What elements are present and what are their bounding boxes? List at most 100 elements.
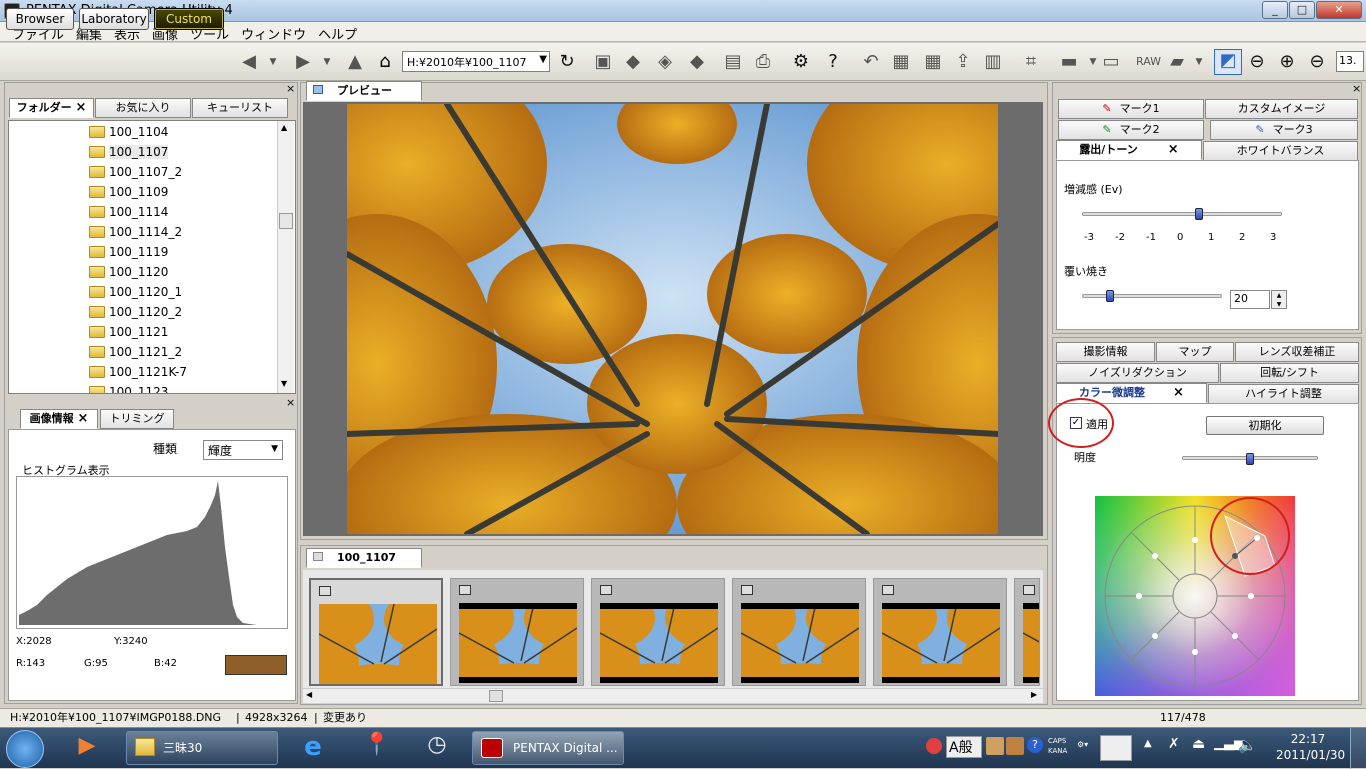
folder-tree-item[interactable]: 100_1120_2 xyxy=(87,302,182,322)
path-combobox[interactable]: H:¥2010年¥100_1107 ▼ xyxy=(402,51,550,72)
thumbnail[interactable] xyxy=(591,578,725,686)
folder-tree-item[interactable]: 100_1119 xyxy=(87,242,168,262)
folder-tree-item[interactable]: 100_1120 xyxy=(87,262,168,282)
close-icon[interactable]: × xyxy=(286,82,295,95)
clock-icon[interactable]: ◷ xyxy=(420,732,454,764)
tab-queue[interactable]: キューリスト xyxy=(192,98,288,118)
preview-image[interactable] xyxy=(347,104,998,534)
back-dropdown-icon[interactable]: ▼ xyxy=(262,51,284,73)
tab-folder[interactable]: フォルダー × xyxy=(9,98,94,118)
tab-exposure[interactable]: 露出/トーン × xyxy=(1056,140,1202,160)
folder-tree-item[interactable]: 100_1121K-7 xyxy=(87,362,187,382)
tab-lens-correction[interactable]: レンズ収差補正 xyxy=(1235,342,1359,362)
ime-options-icon[interactable]: ⚙▾ xyxy=(1077,740,1088,749)
laboratory-mode-button[interactable]: Laboratory xyxy=(79,8,149,30)
thumbnail[interactable] xyxy=(873,578,1007,686)
undo-icon[interactable]: ↶ xyxy=(860,51,882,73)
gear-icon[interactable]: ⚙ xyxy=(790,51,812,73)
reset-button[interactable]: 初期化 xyxy=(1206,416,1324,435)
custom-mode-button[interactable]: Custom xyxy=(154,8,224,30)
close-icon[interactable]: × xyxy=(1168,142,1179,157)
print-icon[interactable]: ⎙ xyxy=(752,51,774,73)
histogram-toggle-icon[interactable]: ◩ xyxy=(1214,49,1242,75)
ime-mode[interactable]: A般 xyxy=(946,736,982,758)
menu-help[interactable]: ヘルプ xyxy=(312,22,363,43)
ime-help-icon[interactable]: ? xyxy=(1027,737,1043,753)
thumbnail-scrollbar[interactable]: ◀ ▶ xyxy=(303,688,1043,703)
scroll-up-icon[interactable]: ▲ xyxy=(281,123,287,132)
tab-favorites[interactable]: お気に入り xyxy=(95,98,191,118)
spin-down-icon[interactable]: ▼ xyxy=(1277,301,1282,308)
scroll-thumb[interactable] xyxy=(489,690,503,702)
window-icon[interactable]: ▭ xyxy=(1100,51,1122,73)
crop-icon[interactable]: ⌗ xyxy=(1020,51,1042,73)
pushpin-icon[interactable]: 📍 xyxy=(360,732,394,764)
dictionary-icon[interactable] xyxy=(986,737,1004,755)
tab-trimming[interactable]: トリミング xyxy=(100,409,174,429)
folder-tree-item[interactable]: 100_1109 xyxy=(87,182,168,202)
volume-icon[interactable]: 🔈 xyxy=(1238,736,1257,754)
tab-image-info[interactable]: 画像情報 × xyxy=(20,409,98,429)
folder-tree-item[interactable]: 100_1107_2 xyxy=(87,162,182,182)
close-icon[interactable]: × xyxy=(75,100,86,115)
tab-thumbnails[interactable]: 100_1107 × xyxy=(306,548,422,583)
tab-custom-image[interactable]: カスタムイメージ xyxy=(1205,99,1358,119)
thumbnail[interactable] xyxy=(732,578,866,686)
back-arrow-icon[interactable]: ◀ xyxy=(238,51,260,73)
folder-tree-item[interactable]: 100_1123 xyxy=(87,382,168,393)
paste-icon[interactable]: ▦ xyxy=(890,51,912,73)
menu-window[interactable]: ウィンドウ xyxy=(235,22,312,43)
tab-highlight[interactable]: ハイライト調整 xyxy=(1208,384,1359,404)
scroll-down-icon[interactable]: ▼ xyxy=(281,379,287,388)
export-icon[interactable]: ⇪ xyxy=(952,51,974,73)
zoom-out-icon[interactable]: ⊖ xyxy=(1246,51,1268,73)
close-icon[interactable]: × xyxy=(1173,385,1184,400)
burn-spinner[interactable]: ▲ ▼ xyxy=(1271,290,1287,309)
forward-dropdown-icon[interactable]: ▼ xyxy=(316,51,338,73)
display-icon[interactable]: ▣ xyxy=(592,51,614,73)
ev-slider-thumb[interactable] xyxy=(1194,208,1203,220)
duplicate-icon[interactable]: ▦ xyxy=(922,51,944,73)
tab-map[interactable]: マップ xyxy=(1156,342,1234,362)
burn-slider-thumb[interactable] xyxy=(1106,290,1114,302)
tab-white-balance[interactable]: ホワイトバランス xyxy=(1203,141,1358,161)
refresh-icon[interactable]: ↻ xyxy=(556,51,578,73)
folder-tree-item[interactable]: 100_1107 xyxy=(87,142,169,162)
close-icon[interactable]: × xyxy=(1352,82,1361,95)
brightness-slider-thumb[interactable] xyxy=(1246,453,1254,465)
close-icon[interactable]: × xyxy=(286,396,295,409)
zoom-level-field[interactable]: 13. xyxy=(1336,51,1364,72)
tab-shooting-info[interactable]: 撮影情報 xyxy=(1056,342,1155,362)
home-icon[interactable]: ⌂ xyxy=(374,51,396,73)
browser-mode-button[interactable]: Browser xyxy=(6,8,74,30)
internet-explorer-icon[interactable]: e xyxy=(296,732,330,764)
tab-mark2[interactable]: ✎ マーク2 xyxy=(1058,120,1204,140)
thumbnail[interactable] xyxy=(1014,578,1040,686)
start-button[interactable] xyxy=(6,730,44,768)
close-button[interactable]: ✕ xyxy=(1316,1,1362,19)
up-arrow-icon[interactable]: ▲ xyxy=(344,51,366,73)
forward-arrow-icon[interactable]: ▶ xyxy=(292,51,314,73)
taskbar-pentax[interactable]: PENTAX Digital ... xyxy=(472,731,624,765)
burn-value-field[interactable]: 20 xyxy=(1230,290,1270,309)
media-player-icon[interactable]: ▶ xyxy=(70,733,104,763)
folder-tree-scrollbar[interactable]: ▲ ▼ xyxy=(277,121,294,393)
zoom-in-icon[interactable]: ⊕ xyxy=(1276,51,1298,73)
prev-image-icon[interactable]: ◆ xyxy=(622,51,644,73)
maximize-button[interactable]: □ xyxy=(1289,1,1315,19)
help-icon[interactable]: ? xyxy=(822,51,844,73)
minimize-button[interactable]: _ xyxy=(1262,1,1288,19)
scroll-left-icon[interactable]: ◀ xyxy=(306,690,312,699)
kind-select[interactable]: 輝度 ▼ xyxy=(203,440,283,460)
thumbnail[interactable] xyxy=(309,578,443,686)
tab-rotate-shift[interactable]: 回転/シフト xyxy=(1220,363,1359,383)
folder-tree-item[interactable]: 100_1121_2 xyxy=(87,342,182,362)
tab-mark1[interactable]: ✎ マーク1 xyxy=(1058,99,1204,119)
next-image-icon[interactable]: ◈ xyxy=(654,51,676,73)
ime-icon[interactable] xyxy=(926,738,942,754)
close-icon[interactable]: × xyxy=(77,411,88,426)
spin-up-icon[interactable]: ▲ xyxy=(1277,292,1282,299)
scroll-right-icon[interactable]: ▶ xyxy=(1031,690,1037,699)
scroll-thumb[interactable] xyxy=(279,213,293,229)
folder-tree-item[interactable]: 100_1104 xyxy=(87,122,168,142)
